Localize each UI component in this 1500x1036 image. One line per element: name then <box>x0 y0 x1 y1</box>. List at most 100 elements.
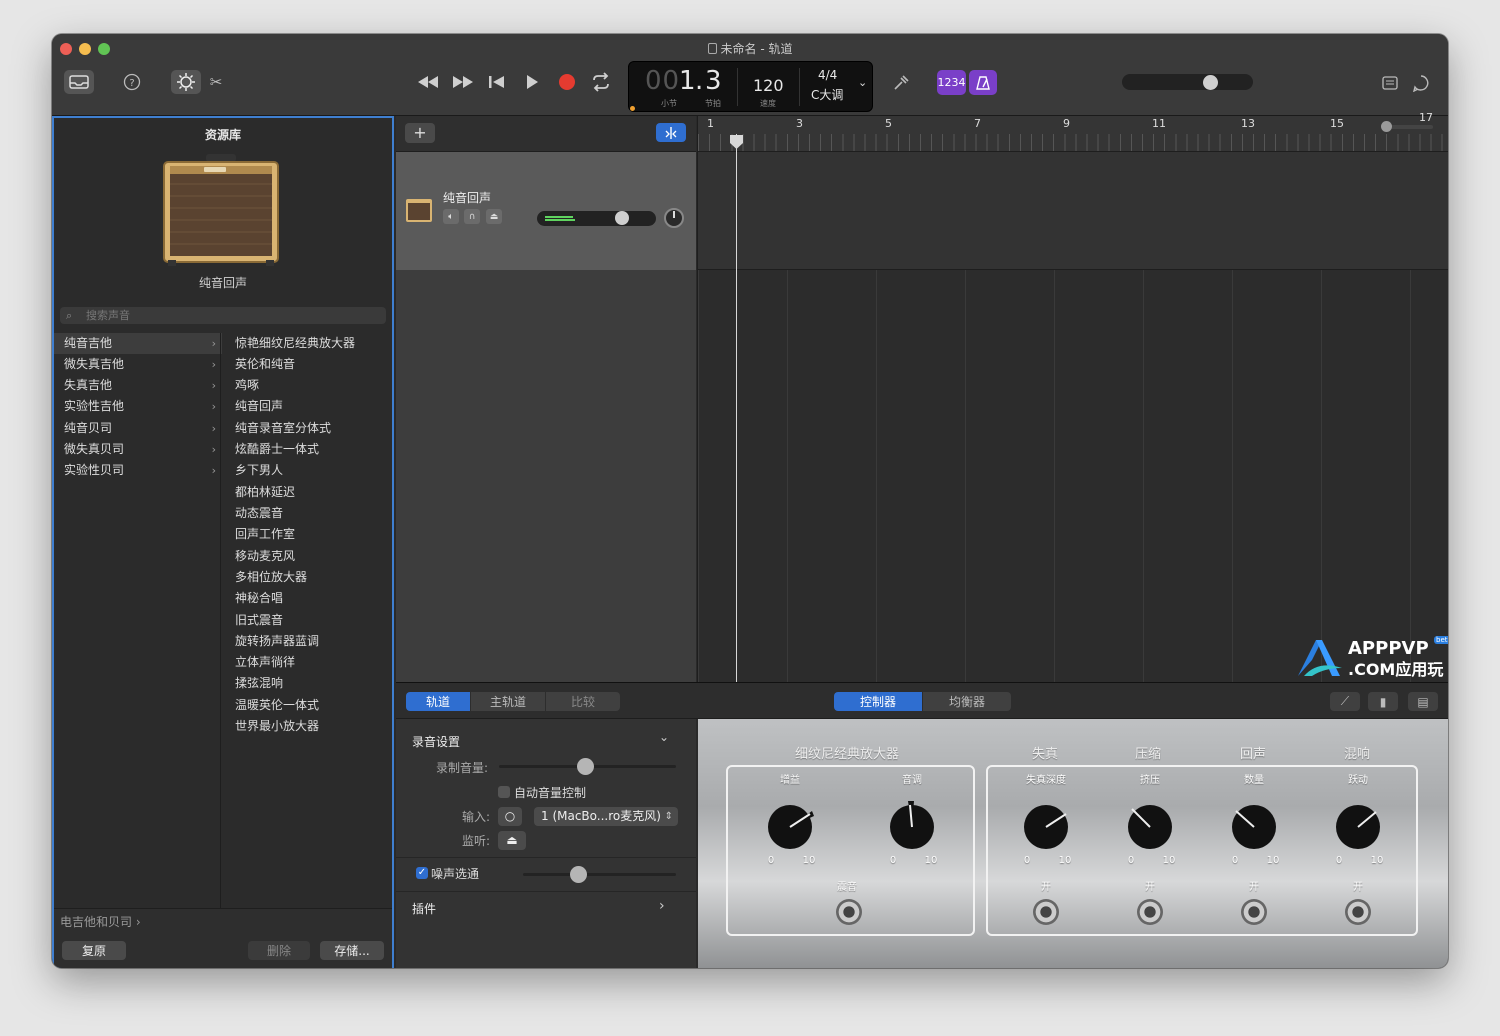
library-breadcrumb[interactable]: 电吉他和贝司 › <box>60 913 141 930</box>
fast-forward-button[interactable] <box>451 70 475 101</box>
preset-item[interactable]: 旧式震音 <box>235 610 283 631</box>
editors-button[interactable]: ✂ <box>207 72 225 92</box>
tuner-toggle-button[interactable]: ⟋ <box>1330 692 1360 711</box>
smart-controls-button[interactable] <box>171 70 201 94</box>
preset-item[interactable]: 立体声徜徉 <box>235 652 295 673</box>
tab-track[interactable]: 轨道 <box>406 692 470 711</box>
preset-item[interactable]: 乡下男人 <box>235 460 283 481</box>
count-in-button[interactable]: 1234 <box>937 70 966 95</box>
preset-item[interactable]: 惊艳细纹尼经典放大器 <box>235 333 355 354</box>
preset-item[interactable]: 旋转扬声器蓝调 <box>235 631 319 652</box>
recording-settings-header[interactable]: 录音设置 <box>412 733 460 750</box>
category-item[interactable]: 实验性吉他 › <box>54 396 222 417</box>
distortion-switch[interactable] <box>1033 899 1059 925</box>
track-name[interactable]: 纯音回声 <box>443 189 491 206</box>
gain-knob[interactable] <box>760 797 820 857</box>
save-button[interactable]: 存储... <box>320 941 384 960</box>
noise-gate-checkbox[interactable]: ✓ <box>416 867 428 879</box>
playhead-handle-icon[interactable] <box>729 134 744 150</box>
preset-item[interactable]: 动态震音 <box>235 503 283 524</box>
preset-item[interactable]: 炫酷爵士一体式 <box>235 439 319 460</box>
monitor-button[interactable]: ⏏︎ <box>498 831 526 850</box>
preset-item[interactable]: 回声工作室 <box>235 524 295 545</box>
ruler[interactable]: 1 3 5 7 9 11 13 15 17 <box>698 111 1448 152</box>
preset-item[interactable]: 温暖英伦一体式 <box>235 695 319 716</box>
preset-item[interactable]: 多相位放大器 <box>235 567 307 588</box>
rewind-button[interactable] <box>416 70 440 101</box>
category-item[interactable]: 失真吉他 › <box>54 375 222 396</box>
revert-button[interactable]: 复原 <box>62 941 126 960</box>
noise-gate-slider[interactable] <box>523 866 676 883</box>
track-header[interactable]: 纯音回声 🔈︎ ∩ ⏏︎ <box>396 152 696 270</box>
noise-gate-knob[interactable] <box>570 866 587 883</box>
chevron-down-icon[interactable]: ⌄ <box>659 730 669 744</box>
add-track-button[interactable]: + <box>405 123 435 143</box>
squeeze-knob[interactable] <box>1120 797 1180 857</box>
tuner-button[interactable] <box>890 72 912 94</box>
search-input[interactable]: ⌕ 搜索声音 <box>60 307 386 324</box>
record-button[interactable] <box>556 70 578 101</box>
echo-switch[interactable] <box>1241 899 1267 925</box>
lcd-beat-label: 节拍 <box>705 99 721 108</box>
preset-item[interactable]: 移动麦克风 <box>235 546 295 567</box>
drive-knob[interactable] <box>1016 797 1076 857</box>
catch-playhead-button[interactable] <box>656 123 686 142</box>
track-lane[interactable] <box>698 152 1448 270</box>
tab-eq[interactable]: 均衡器 <box>923 692 1011 711</box>
preset-item[interactable]: 都柏林延迟 <box>235 482 295 503</box>
tremble-knob[interactable] <box>1328 797 1388 857</box>
category-item[interactable]: 实验性贝司 › <box>54 460 222 481</box>
help-button[interactable]: ? <box>122 72 142 92</box>
solo-button[interactable]: ∩ <box>464 209 480 224</box>
tab-master-track[interactable]: 主轨道 <box>471 692 545 711</box>
pan-knob[interactable] <box>664 208 684 228</box>
preset-item[interactable]: 纯音回声 <box>235 396 283 417</box>
notepad-button[interactable] <box>1380 74 1400 92</box>
zoom-slider[interactable] <box>1381 121 1433 132</box>
amp-button[interactable]: ▤ <box>1408 692 1438 711</box>
cycle-button[interactable] <box>589 70 613 101</box>
chevron-down-icon[interactable]: ⌄ <box>858 76 867 89</box>
tone-knob[interactable] <box>882 797 942 857</box>
metronome-button[interactable] <box>969 70 997 95</box>
amount-knob[interactable] <box>1224 797 1284 857</box>
preset-item[interactable]: 鸡啄 <box>235 375 259 396</box>
category-item[interactable]: 微失真吉他 › <box>54 354 222 375</box>
preset-item[interactable]: 揉弦混响 <box>235 673 283 694</box>
go-to-beginning-button[interactable] <box>486 70 508 101</box>
preset-item[interactable]: 世界最小放大器 <box>235 716 319 737</box>
input-select[interactable]: 1 (MacBo...ro麦克风) ⇕ <box>534 807 678 826</box>
input-format-button[interactable]: ○ <box>498 807 522 826</box>
chevron-right-icon[interactable]: › <box>659 898 665 914</box>
master-volume-knob[interactable] <box>1203 75 1218 90</box>
record-enable-button[interactable]: ⏏︎ <box>486 209 502 224</box>
compression-switch[interactable] <box>1137 899 1163 925</box>
tab-compare[interactable]: 比较 <box>546 692 620 711</box>
timeline-area[interactable]: 1 3 5 7 9 11 13 15 17 APPPVP .COM应用玩客 be… <box>697 111 1448 703</box>
record-level-knob[interactable] <box>577 758 594 775</box>
plugins-header[interactable]: 插件 <box>412 900 436 917</box>
track-volume-knob[interactable] <box>615 211 629 225</box>
reverb-switch[interactable] <box>1345 899 1371 925</box>
library-button[interactable] <box>64 70 94 94</box>
preset-item[interactable]: 英伦和纯音 <box>235 354 295 375</box>
category-item[interactable]: 纯音贝司 › <box>54 418 222 439</box>
track-volume-slider[interactable] <box>537 211 656 226</box>
playhead[interactable] <box>736 134 737 682</box>
master-volume-slider[interactable] <box>1122 74 1253 90</box>
auto-level-checkbox[interactable] <box>498 786 510 798</box>
play-button[interactable] <box>522 70 542 101</box>
preset-item[interactable]: 纯音录音室分体式 <box>235 418 331 439</box>
record-level-slider[interactable] <box>499 758 676 775</box>
tremolo-switch[interactable] <box>836 899 862 925</box>
delete-button[interactable]: 删除 <box>248 941 310 960</box>
lcd-display[interactable]: 00 1 . 3 小节 节拍 120 速度 4/4 C大调 ⌄ <box>628 61 873 112</box>
tab-controls[interactable]: 控制器 <box>834 692 922 711</box>
zoom-slider-knob[interactable] <box>1381 121 1392 132</box>
category-item[interactable]: 微失真贝司 › <box>54 439 222 460</box>
pedalboard-button[interactable]: ▮ <box>1368 692 1398 711</box>
loop-browser-button[interactable] <box>1411 73 1431 93</box>
mute-button[interactable]: 🔈︎ <box>443 209 459 224</box>
category-item[interactable]: 纯音吉他 › <box>54 333 222 354</box>
preset-item[interactable]: 神秘合唱 <box>235 588 283 609</box>
